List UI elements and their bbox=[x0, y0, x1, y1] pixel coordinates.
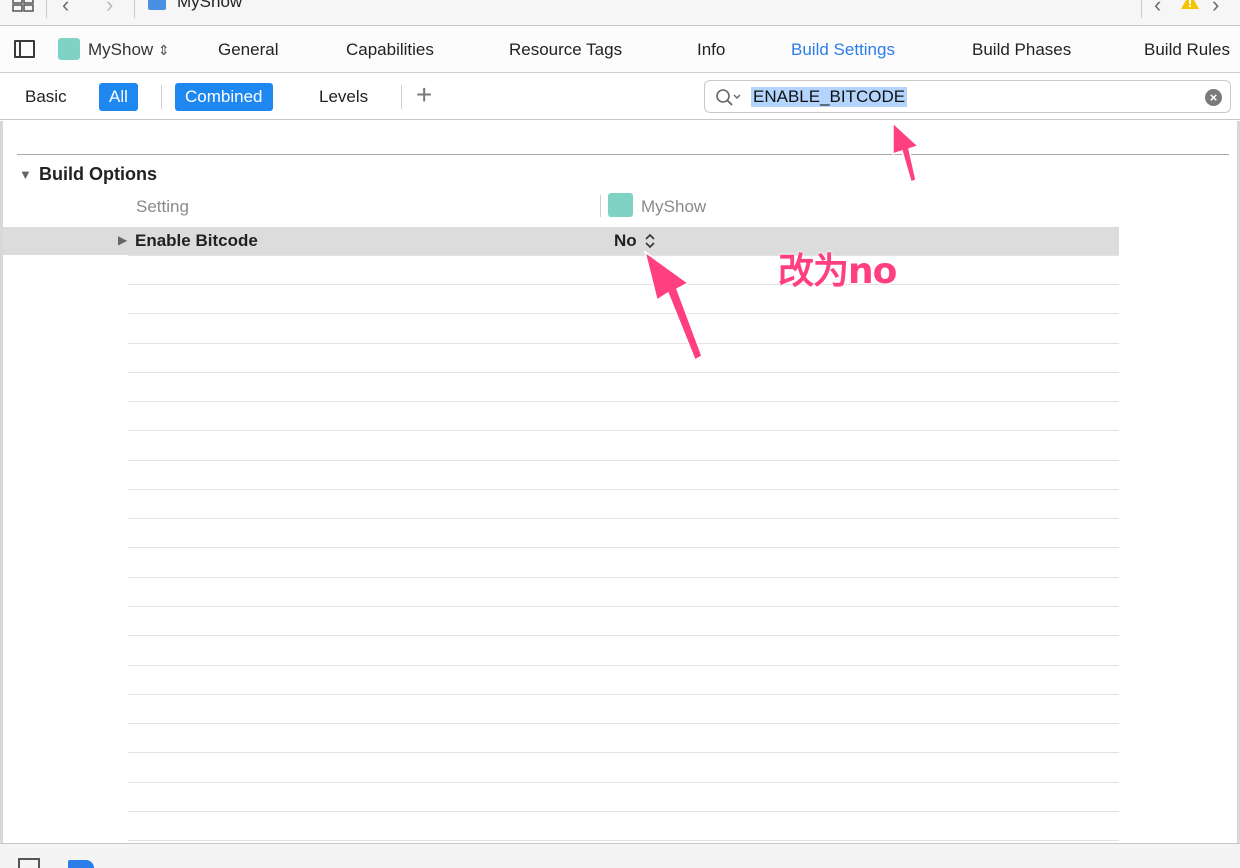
empty-row-divider bbox=[128, 313, 1119, 314]
search-input[interactable]: ENABLE_BITCODE bbox=[751, 87, 908, 107]
basic-filter-button[interactable]: Basic bbox=[15, 83, 77, 111]
tab-build-rules[interactable]: Build Rules bbox=[1144, 40, 1230, 60]
jumpbar-divider bbox=[1141, 0, 1142, 18]
tab-resource-tags[interactable]: Resource Tags bbox=[509, 40, 622, 60]
empty-row-divider bbox=[128, 430, 1119, 431]
filter-icon[interactable] bbox=[18, 858, 40, 868]
empty-row-divider bbox=[128, 752, 1119, 753]
empty-row-divider bbox=[128, 694, 1119, 695]
empty-row-divider bbox=[128, 518, 1119, 519]
empty-row-divider bbox=[128, 255, 1119, 256]
empty-row-divider bbox=[128, 723, 1119, 724]
setting-row[interactable]: ▶ Enable Bitcode No bbox=[3, 227, 1119, 255]
settings-filter-bar: Basic All Combined Levels + ENABLE_BITCO… bbox=[0, 73, 1240, 120]
jumpbar-divider bbox=[46, 0, 47, 18]
setting-value[interactable]: No bbox=[614, 231, 637, 251]
empty-row-divider bbox=[128, 635, 1119, 636]
editor-tab-bar: MyShow ⇕ General Capabilities Resource T… bbox=[0, 26, 1240, 73]
tab-general[interactable]: General bbox=[218, 40, 278, 60]
empty-row-divider bbox=[128, 547, 1119, 548]
forward-chevron-icon[interactable]: › bbox=[106, 0, 113, 18]
empty-row-divider bbox=[128, 840, 1119, 841]
target-selector[interactable]: MyShow ⇕ bbox=[88, 40, 170, 60]
build-settings-list: ▼ Build Options Setting MyShow ▶ Enable … bbox=[0, 121, 1240, 843]
combined-view-button[interactable]: Combined bbox=[175, 83, 273, 111]
levels-view-button[interactable]: Levels bbox=[309, 83, 378, 111]
document-icon[interactable] bbox=[68, 860, 94, 868]
setting-name: Enable Bitcode bbox=[135, 231, 258, 250]
target-app-icon bbox=[58, 38, 80, 60]
previous-issue-icon[interactable]: ‹ bbox=[1154, 0, 1161, 18]
tab-build-settings[interactable]: Build Settings bbox=[791, 40, 895, 60]
annotation-text: 改为no bbox=[778, 251, 897, 292]
warning-icon[interactable] bbox=[1180, 0, 1200, 10]
empty-row-divider bbox=[128, 577, 1119, 578]
empty-row-divider bbox=[128, 811, 1119, 812]
disclosure-triangle-down-icon[interactable]: ▼ bbox=[19, 167, 32, 182]
filter-divider bbox=[401, 85, 402, 109]
target-column-icon bbox=[608, 193, 633, 217]
project-file-icon bbox=[148, 0, 166, 10]
value-popup-chevron-icon[interactable] bbox=[644, 232, 656, 250]
empty-row-divider bbox=[128, 460, 1119, 461]
sidebar-toggle-icon[interactable] bbox=[14, 40, 35, 58]
tab-capabilities[interactable]: Capabilities bbox=[346, 40, 434, 60]
search-field[interactable]: ENABLE_BITCODE × bbox=[704, 80, 1231, 113]
jumpbar-divider bbox=[134, 0, 135, 18]
empty-row-divider bbox=[128, 284, 1119, 285]
tab-build-phases[interactable]: Build Phases bbox=[972, 40, 1071, 60]
empty-row-divider bbox=[128, 401, 1119, 402]
bottom-bar bbox=[0, 843, 1240, 868]
empty-row-divider bbox=[128, 489, 1119, 490]
all-filter-button[interactable]: All bbox=[99, 83, 138, 111]
target-column-header: MyShow bbox=[641, 197, 707, 216]
empty-row-divider bbox=[128, 343, 1119, 344]
empty-row-divider bbox=[128, 782, 1119, 783]
section-divider bbox=[17, 154, 1229, 155]
setting-column-header: Setting bbox=[136, 197, 189, 216]
jump-bar: ‹ › MyShow ‹ › bbox=[0, 0, 1240, 26]
back-chevron-icon[interactable]: ‹ bbox=[62, 0, 69, 18]
section-title: Build Options bbox=[39, 164, 157, 184]
add-setting-button[interactable]: + bbox=[416, 79, 432, 111]
clear-search-icon[interactable]: × bbox=[1205, 89, 1222, 106]
tab-info[interactable]: Info bbox=[697, 40, 725, 60]
target-selector-label: MyShow bbox=[88, 40, 154, 59]
column-divider bbox=[600, 195, 601, 217]
breadcrumb-project[interactable]: MyShow bbox=[177, 0, 242, 12]
empty-row-divider bbox=[128, 606, 1119, 607]
disclosure-triangle-right-icon[interactable]: ▶ bbox=[118, 233, 127, 247]
related-items-icon[interactable] bbox=[12, 0, 34, 12]
up-down-chevron-icon: ⇕ bbox=[157, 42, 170, 58]
empty-row-divider bbox=[128, 372, 1119, 373]
next-issue-icon[interactable]: › bbox=[1212, 0, 1219, 18]
empty-row-divider bbox=[128, 665, 1119, 666]
search-icon[interactable] bbox=[715, 88, 745, 106]
filter-divider bbox=[161, 85, 162, 109]
